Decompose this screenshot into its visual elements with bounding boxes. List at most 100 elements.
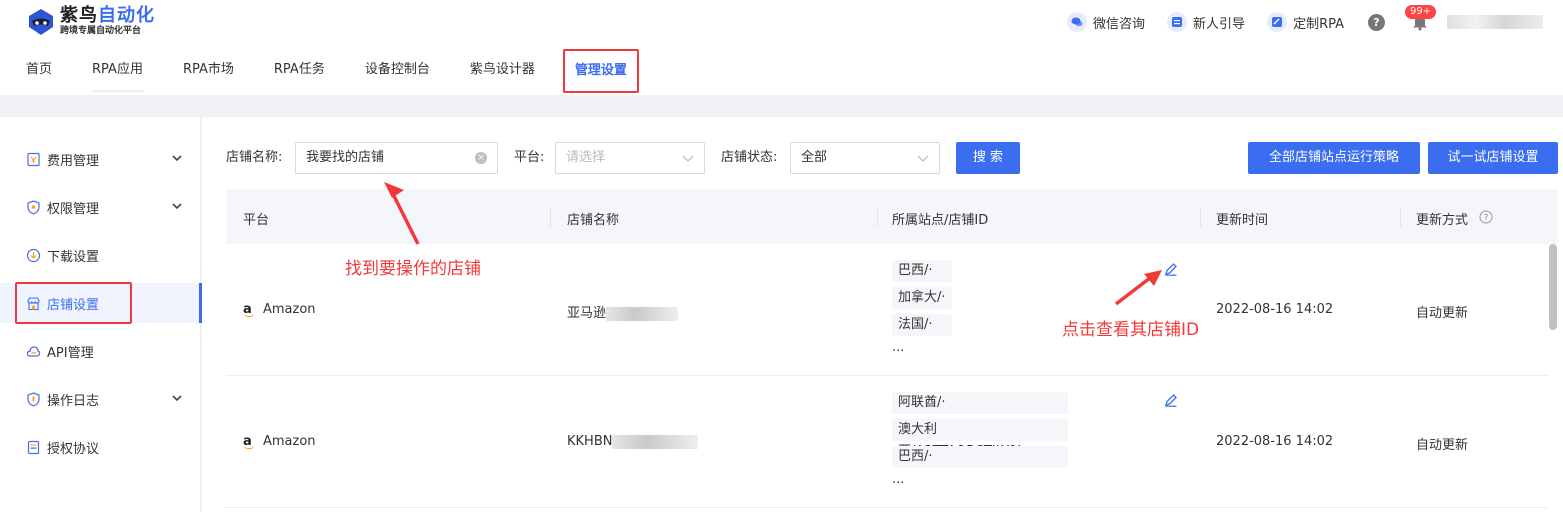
platform-select[interactable]: 请选择 [555,142,705,174]
custom-rpa-icon [1267,12,1288,32]
site-tag: 巴西/· [892,446,1068,468]
annotation-arrow-upright [1114,270,1162,306]
table-row: aAmazon KKHBN 阿联酋/· 澳大利亚/A3TTAOBCTILY1L … [226,376,1548,508]
all-store-strategy-button[interactable]: 全部店铺站点运行策略 [1248,142,1420,174]
col-update-time: 更新时间 [1216,213,1269,228]
notification-badge: 99+ [1405,5,1437,19]
update-mode: 自动更新 [1416,306,1469,321]
sidebar-item-label: 费用管理 [47,153,100,169]
clear-icon[interactable]: × [475,152,487,164]
platform-placeholder: 请选择 [566,150,606,165]
nav-rpa-task[interactable]: RPA任务 [254,50,345,92]
amazon-icon: a [243,302,257,317]
edit-icon[interactable] [1164,393,1178,407]
sidebar-item-license[interactable]: 授权协议 [0,427,201,467]
log-shield-icon [26,391,41,407]
nav-management-settings[interactable]: 管理设置 [562,49,639,93]
col-update-mode: 更新方式 [1416,213,1469,228]
chevron-down-icon [172,203,182,210]
sidebar-item-permissions[interactable]: 权限管理 [0,187,201,227]
guide-icon [1167,12,1188,32]
col-divider [550,207,551,227]
logo[interactable]: 紫鸟自动化 跨境专属自动化平台 [26,6,155,37]
notification-bell[interactable]: 99+ [1405,5,1437,31]
store-name-value: 我要找的店铺 [306,150,385,165]
wechat-icon [1067,12,1088,32]
sidebar-item-label: 授权协议 [47,441,100,457]
annotation-arrow-up [384,182,420,245]
sidebar-item-operation-log[interactable]: 操作日志 [0,379,201,419]
document-icon [26,440,41,455]
download-icon [26,248,41,263]
custom-rpa-link[interactable]: 定制RPA [1267,12,1344,32]
col-store-name: 店铺名称 [567,213,620,228]
store-name-input[interactable]: 我要找的店铺 × [295,142,498,174]
chevron-down-icon [682,155,694,162]
col-platform: 平台 [243,213,270,228]
chevron-down-icon [172,395,182,402]
store-status-value: 全部 [801,150,828,165]
logo-subtitle: 跨境专属自动化平台 [60,26,142,36]
platform-cell: a Amazon [243,434,316,449]
logo-title: 紫鸟自动化 [60,5,155,26]
sidebar-item-billing[interactable]: 费用管理 [0,139,201,179]
billing-icon [26,152,41,167]
annotation-find-store: 找到要操作的店铺 [345,259,481,279]
site-tag: 阿联酋/· [892,392,1068,414]
wechat-consult-link[interactable]: 微信咨询 [1067,12,1145,32]
nav-home[interactable]: 首页 [0,50,72,92]
sidebar-item-api[interactable]: API管理 [0,331,201,371]
question-circle-icon[interactable]: ? [1479,210,1493,224]
nav-device-console[interactable]: 设备控制台 [345,50,450,92]
update-mode: 自动更新 [1416,438,1469,453]
store-name-cell: KKHBN [567,434,699,449]
chevron-down-icon [172,155,182,162]
scrollbar-thumb[interactable] [1549,244,1557,330]
redacted-text [612,434,699,449]
update-time: 2022-08-16 14:02 [1216,434,1334,449]
more-sites[interactable]: ... [892,340,904,355]
platform-label: 平台: [514,150,545,165]
col-divider [1200,207,1201,227]
site-tag: 加拿大/· [892,287,952,309]
site-tag: 澳大利亚/A3TTAOBCTILY1L [892,419,1068,459]
sidebar-item-label: 操作日志 [47,393,100,409]
store-status-select[interactable]: 全部 [790,142,940,174]
sidebar-item-download[interactable]: 下载设置 [0,235,201,275]
store-status-label: 店铺状态: [721,150,778,165]
wechat-consult-label: 微信咨询 [1093,16,1146,32]
nav-rpa-app[interactable]: RPA应用 [72,50,163,92]
platform-cell: a Amazon [243,302,316,317]
help-icon[interactable]: ? [1368,13,1385,31]
store-name-label: 店铺名称: [226,150,283,165]
logo-icon [29,8,53,35]
new-user-guide-label: 新人引导 [1193,16,1246,32]
chevron-down-icon [917,155,929,162]
col-divider [1400,207,1401,227]
site-tag: 巴西/· [892,260,952,282]
site-tag: 法国/· [892,314,952,336]
user-account[interactable] [1447,15,1543,29]
shield-icon [26,199,41,215]
col-site-store-id: 所属站点/店铺ID [892,213,989,228]
sidebar-item-label: 下载设置 [47,249,100,265]
try-store-settings-button[interactable]: 试一试店铺设置 [1428,142,1558,174]
custom-rpa-label: 定制RPA [1293,16,1344,32]
highlight-box-store-settings [15,282,132,324]
nav-designer[interactable]: 紫鸟设计器 [450,50,555,92]
annotation-click-view-id: 点击查看其店铺ID [1062,320,1200,340]
store-name-cell: 亚马逊 [567,302,679,321]
update-time: 2022-08-16 14:02 [1216,302,1334,317]
svg-text:?: ? [1484,214,1489,224]
nav-rpa-market[interactable]: RPA市场 [163,50,254,92]
search-button[interactable]: 搜 索 [956,142,1020,174]
col-divider [877,207,878,227]
redacted-text [606,306,679,321]
sidebar-item-label: API管理 [47,345,94,361]
edit-icon[interactable] [1164,262,1178,276]
main-nav: 首页 RPA应用 RPA市场 RPA任务 设备控制台 紫鸟设计器 管理设置 [0,49,639,93]
top-bar: 紫鸟自动化 跨境专属自动化平台 微信咨询 新人引导 定制RPA ? 99+ 首页… [0,0,1563,95]
cloud-icon [26,344,41,359]
new-user-guide-link[interactable]: 新人引导 [1167,12,1245,32]
more-sites[interactable]: ... [892,472,904,487]
